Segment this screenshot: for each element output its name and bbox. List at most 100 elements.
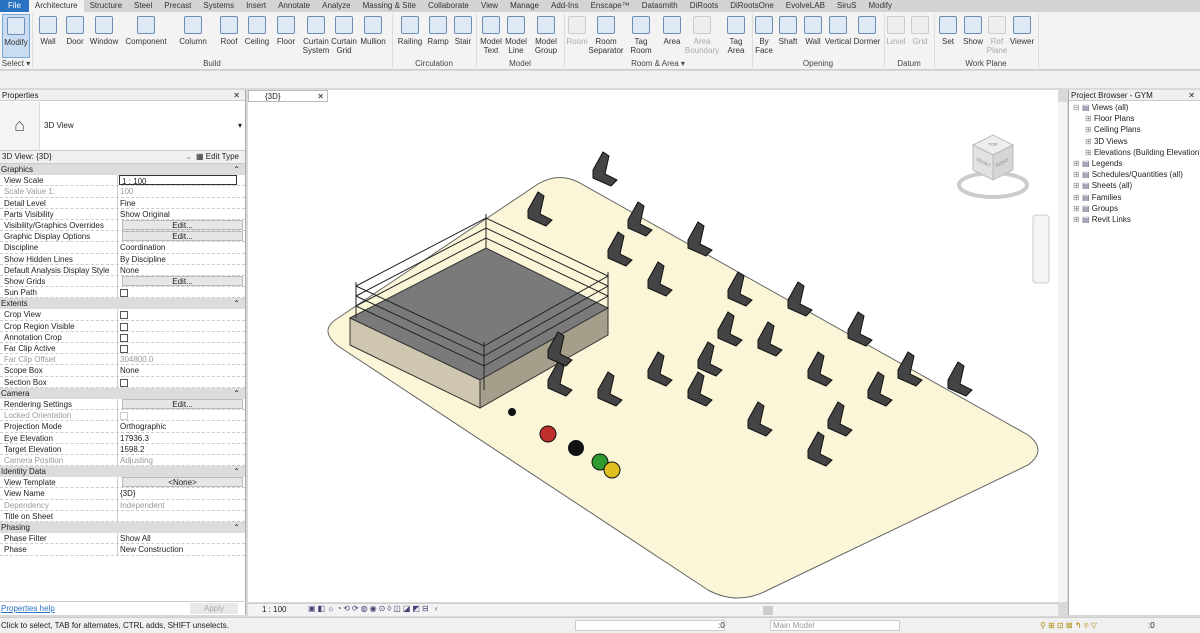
dormer-button[interactable]: Dormer bbox=[852, 14, 882, 46]
area-button[interactable]: Area bbox=[660, 14, 684, 46]
collapse-icon[interactable]: ⌃ bbox=[233, 164, 240, 175]
expand-icon[interactable]: ⊞ bbox=[1073, 204, 1082, 213]
grid-button[interactable]: Grid bbox=[910, 14, 930, 46]
curtain-system-button[interactable]: Curtain System bbox=[302, 14, 330, 55]
expand-icon[interactable]: ⊞ bbox=[1073, 193, 1082, 202]
viewcube-top-label[interactable]: TOP bbox=[988, 142, 997, 147]
component-button[interactable]: Component bbox=[124, 14, 168, 46]
horizontal-scrollbar[interactable] bbox=[763, 606, 773, 615]
browser-item[interactable]: ⊞ ▤ Families bbox=[1069, 192, 1200, 203]
property-value[interactable]: Orthographic bbox=[118, 421, 245, 431]
tab-enscape-[interactable]: Enscape™ bbox=[585, 0, 636, 12]
checkbox[interactable] bbox=[120, 289, 128, 298]
collapse-icon[interactable]: ⌃ bbox=[233, 466, 240, 477]
section-graphics[interactable]: Graphics ⌃ bbox=[0, 164, 245, 176]
tab-sirus[interactable]: SiruS bbox=[831, 0, 863, 12]
expand-icon[interactable]: ⊞ bbox=[1073, 159, 1082, 168]
expand-icon[interactable]: ⊞ bbox=[1085, 148, 1094, 157]
browser-item[interactable]: ⊞ ▤ Revit Links bbox=[1069, 214, 1200, 225]
section-camera[interactable]: Camera ⌃ bbox=[0, 387, 245, 399]
edit-type-button[interactable]: ▦ Edit Type bbox=[196, 151, 245, 163]
railing-button[interactable]: Railing bbox=[396, 14, 424, 46]
collapse-icon[interactable]: ⌃ bbox=[233, 522, 240, 533]
expand-icon[interactable]: ⊞ bbox=[1073, 215, 1082, 224]
view-scale[interactable]: 1 : 100 bbox=[262, 605, 286, 614]
edit-button[interactable]: Edit... bbox=[122, 231, 243, 242]
vertical-scrollbar[interactable] bbox=[1058, 102, 1067, 602]
tab-annotate[interactable]: Annotate bbox=[272, 0, 316, 12]
edit-button[interactable]: Edit... bbox=[122, 219, 243, 230]
curtain-grid-button[interactable]: Curtain Grid bbox=[330, 14, 358, 55]
property-value[interactable]: Show Original bbox=[118, 209, 245, 219]
properties-help-link[interactable]: Properties help bbox=[0, 604, 55, 613]
browser-item[interactable]: ⊞ ▤ Groups bbox=[1069, 203, 1200, 214]
wall-button[interactable]: Wall bbox=[36, 14, 60, 46]
property-value[interactable]: {3D} bbox=[118, 488, 245, 498]
expand-icon[interactable]: ⊞ bbox=[1085, 125, 1094, 134]
dropdown-arrow-icon[interactable]: ▾ bbox=[238, 121, 242, 130]
close-icon[interactable]: ✕ bbox=[233, 90, 240, 101]
design-option-dropdown[interactable]: Main Model bbox=[770, 620, 900, 631]
apply-button[interactable]: Apply bbox=[190, 603, 238, 614]
wall-button[interactable]: Wall bbox=[802, 14, 824, 46]
tab-view[interactable]: View bbox=[475, 0, 504, 12]
tab-file[interactable]: File bbox=[0, 0, 29, 12]
expand-icon[interactable]: ⊟ bbox=[1073, 103, 1082, 112]
expand-icon[interactable]: ⊞ bbox=[1085, 114, 1094, 123]
close-icon[interactable]: ✕ bbox=[317, 91, 324, 102]
expand-icon[interactable]: ⊞ bbox=[1085, 137, 1094, 146]
checkbox[interactable] bbox=[120, 333, 128, 342]
view-cube[interactable]: TOP FRONT RIGHT bbox=[957, 134, 1029, 199]
tab-analyze[interactable]: Analyze bbox=[316, 0, 356, 12]
property-value[interactable]: None bbox=[118, 265, 245, 275]
floor-button[interactable]: Floor bbox=[274, 14, 298, 46]
property-value[interactable]: Show All bbox=[118, 533, 245, 543]
tab-manage[interactable]: Manage bbox=[504, 0, 545, 12]
checkbox[interactable] bbox=[120, 345, 128, 353]
tab-3d-view[interactable]: {3D} ✕ bbox=[248, 90, 328, 102]
ref-plane-button[interactable]: Ref Plane bbox=[986, 14, 1008, 55]
edit-button[interactable]: <None> bbox=[122, 477, 243, 488]
expand-icon[interactable]: ⊞ bbox=[1073, 170, 1082, 179]
checkbox[interactable] bbox=[120, 311, 128, 320]
browser-item[interactable]: ⊞ ▤ Legends bbox=[1069, 158, 1200, 169]
mullion-button[interactable]: Mullion bbox=[358, 14, 388, 46]
browser-item[interactable]: ⊞ Ceiling Plans bbox=[1069, 124, 1200, 135]
ceiling-button[interactable]: Ceiling bbox=[244, 14, 270, 46]
tab-dirootsone[interactable]: DiRootsOne bbox=[724, 0, 780, 12]
viewer-button[interactable]: Viewer bbox=[1009, 14, 1035, 46]
section-extents[interactable]: Extents ⌃ bbox=[0, 298, 245, 310]
browser-item[interactable]: ⊞ Elevations (Building Elevation) bbox=[1069, 147, 1200, 158]
property-value[interactable]: New Construction bbox=[118, 544, 245, 554]
vertical-button[interactable]: Vertical bbox=[824, 14, 852, 46]
equipment-item[interactable] bbox=[947, 361, 973, 397]
show-button[interactable]: Show bbox=[961, 14, 985, 46]
modify-button[interactable]: Modify bbox=[2, 14, 30, 58]
chevron-down-icon[interactable]: ⌄ bbox=[185, 151, 192, 163]
tab-insert[interactable]: Insert bbox=[240, 0, 272, 12]
browser-item[interactable]: ⊞ ▤ Schedules/Quantities (all) bbox=[1069, 169, 1200, 180]
tab-massing-site[interactable]: Massing & Site bbox=[357, 0, 422, 12]
tab-modify[interactable]: Modify bbox=[862, 0, 898, 12]
tab-add-ins[interactable]: Add-Ins bbox=[545, 0, 585, 12]
browser-item[interactable]: ⊞ 3D Views bbox=[1069, 136, 1200, 147]
edit-button[interactable]: Edit... bbox=[122, 398, 243, 409]
view-control-icons[interactable]: ▣◧☼◔⟲⟳◍◉⊙◊◫◪◩⊟ ‹ bbox=[308, 604, 440, 613]
model-group-button[interactable]: Model Group bbox=[532, 14, 560, 55]
tag-area-button[interactable]: Tag Area bbox=[724, 14, 748, 55]
set-button[interactable]: Set bbox=[938, 14, 958, 46]
stair-button[interactable]: Stair bbox=[452, 14, 474, 46]
tab-datasmith[interactable]: Datasmith bbox=[636, 0, 684, 12]
property-value[interactable]: 1598.2 bbox=[118, 444, 245, 454]
model-text-button[interactable]: Model Text bbox=[479, 14, 503, 55]
workset-dropdown[interactable] bbox=[575, 620, 725, 631]
shaft-button[interactable]: Shaft bbox=[776, 14, 800, 46]
view-scale-input[interactable]: 1 : 100 bbox=[119, 175, 237, 186]
checkbox[interactable] bbox=[120, 378, 128, 387]
equipment-item[interactable] bbox=[592, 151, 618, 187]
property-value[interactable]: Coordination bbox=[118, 242, 245, 252]
property-value[interactable]: 17936.3 bbox=[118, 433, 245, 443]
collapse-icon[interactable]: ⌃ bbox=[233, 388, 240, 399]
property-value[interactable]: By Discipline bbox=[118, 254, 245, 264]
area-boundary-button[interactable]: Area Boundary bbox=[684, 14, 720, 55]
